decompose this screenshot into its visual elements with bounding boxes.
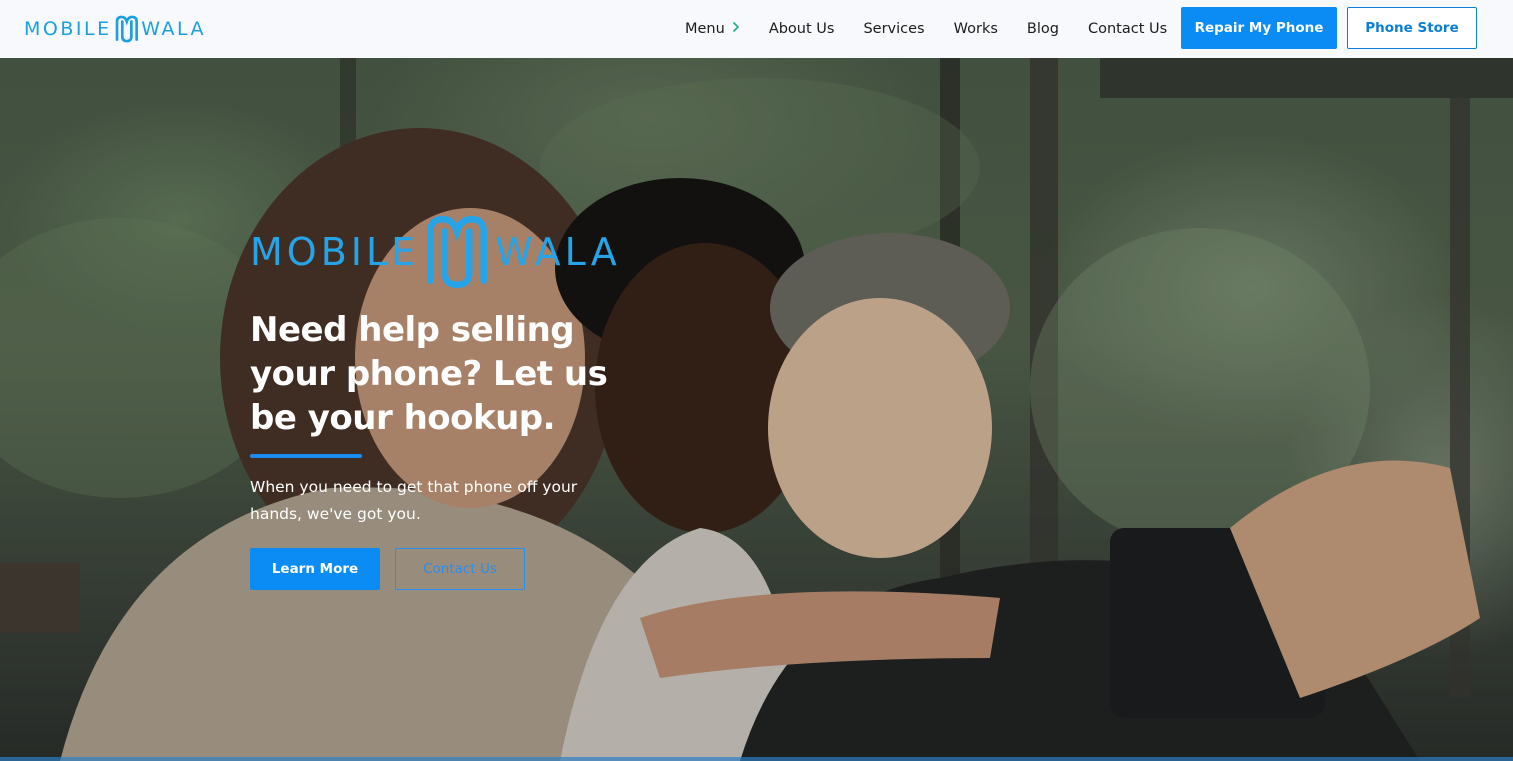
learn-more-button[interactable]: Learn More: [250, 548, 380, 590]
chevron-right-icon: [732, 21, 740, 37]
hero-overlay: [0, 58, 1513, 761]
nav-item-about-us[interactable]: About Us: [769, 21, 835, 37]
nav-item-blog[interactable]: Blog: [1027, 21, 1059, 37]
contact-us-button[interactable]: Contact Us: [395, 548, 525, 590]
nav-item-label: Works: [953, 21, 998, 37]
site-logo[interactable]: MOBILE WALA: [24, 9, 206, 49]
nav-item-label: Services: [863, 21, 925, 37]
nav-item-label: Menu: [685, 21, 725, 37]
hero-logo-text-left: MOBILE: [250, 230, 420, 274]
main-nav: Menu About Us Services Works Blog Contac…: [685, 0, 1196, 58]
hero-subtitle: When you need to get that phone off your…: [250, 478, 578, 523]
hero-logo-text-right: WALA: [495, 230, 621, 274]
repair-my-phone-button[interactable]: Repair My Phone: [1181, 7, 1337, 49]
logo-text-right: WALA: [141, 18, 206, 40]
nav-item-label: Blog: [1026, 21, 1059, 37]
hero-section: MOBILE WALA Need help selling your phone…: [0, 58, 1513, 761]
nav-item-contact-us[interactable]: Contact Us: [1088, 21, 1167, 37]
hero-title: Need help selling your phone? Let us be …: [250, 310, 608, 438]
nav-item-services[interactable]: Services: [863, 21, 924, 37]
hero-logo: MOBILE WALA: [250, 211, 625, 293]
logo-mark-icon: [115, 15, 138, 43]
nav-item-label: About Us: [768, 21, 835, 37]
logo-mark-icon: [427, 215, 488, 289]
logo-text-left: MOBILE: [24, 18, 112, 40]
phone-store-button[interactable]: Phone Store: [1347, 7, 1477, 49]
hero-divider: [250, 454, 362, 458]
section-divider: [0, 757, 1513, 761]
nav-item-works[interactable]: Works: [954, 21, 998, 37]
site-header: MOBILE WALA Menu About Us Services Works…: [0, 0, 1513, 58]
nav-item-label: Contact Us: [1087, 21, 1168, 37]
nav-item-menu[interactable]: Menu: [685, 21, 740, 37]
